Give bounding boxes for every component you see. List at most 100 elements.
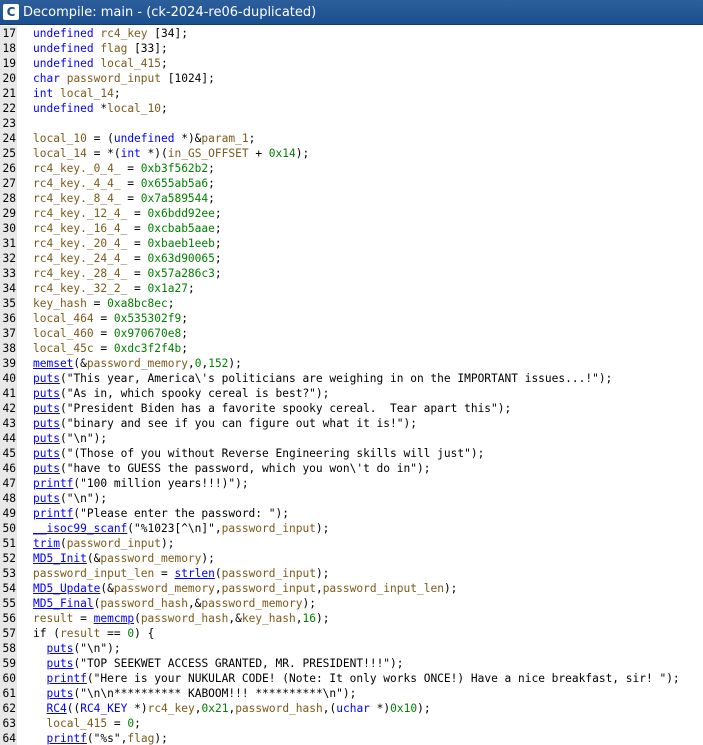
code-text[interactable]: rc4_key._32_2_ = 0x1a27; bbox=[33, 281, 195, 296]
code-text[interactable]: password_input_len = strlen(password_inp… bbox=[33, 566, 329, 581]
function-call-token[interactable]: puts bbox=[33, 387, 60, 400]
code-text[interactable]: result = memcmp(password_hash,&key_hash,… bbox=[33, 611, 329, 626]
code-line[interactable]: 27 rc4_key._4_4_ = 0x655ab5a6; bbox=[0, 176, 703, 191]
code-text[interactable]: local_10 = (undefined *)&param_1; bbox=[33, 131, 255, 146]
code-text[interactable]: printf("Please enter the password: "); bbox=[33, 506, 289, 521]
code-line[interactable]: 56 result = memcmp(password_hash,&key_has… bbox=[0, 611, 703, 626]
code-line[interactable]: 45 puts("(Those of you without Reverse En… bbox=[0, 446, 703, 461]
code-line[interactable]: 22 undefined *local_10; bbox=[0, 101, 703, 116]
type-token[interactable]: undefined bbox=[114, 132, 175, 145]
type-token[interactable]: undefined bbox=[33, 42, 94, 55]
function-call-token[interactable]: puts bbox=[33, 492, 60, 505]
variable-token[interactable]: local_464 bbox=[33, 312, 94, 325]
variable-token[interactable]: password_input bbox=[222, 522, 316, 535]
code-text[interactable]: local_464 = 0x535302f9; bbox=[33, 311, 188, 326]
variable-token[interactable]: param_1 bbox=[201, 132, 248, 145]
code-line[interactable]: 19 undefined local_415; bbox=[0, 56, 703, 71]
variable-token[interactable]: local_415 bbox=[100, 57, 161, 70]
code-text[interactable]: puts("binary and see if you can figure o… bbox=[33, 416, 417, 431]
function-call-token[interactable]: trim bbox=[33, 537, 60, 550]
code-line[interactable]: 53 password_input_len = strlen(password_i… bbox=[0, 566, 703, 581]
code-line[interactable]: 33 rc4_key._28_4_ = 0x57a286c3; bbox=[0, 266, 703, 281]
code-text[interactable]: printf("Here is your NUKULAR CODE! (Note… bbox=[47, 671, 680, 686]
variable-token[interactable]: local_460 bbox=[33, 327, 94, 340]
code-text[interactable]: if (result == 0) { bbox=[33, 626, 154, 641]
code-text[interactable]: rc4_key._24_4_ = 0x63d90065; bbox=[33, 251, 222, 266]
function-call-token[interactable]: RC4 bbox=[47, 702, 67, 715]
code-text[interactable]: puts("TOP SEEKWET ACCESS GRANTED, MR. PR… bbox=[47, 656, 404, 671]
function-call-token[interactable]: printf bbox=[33, 507, 73, 520]
function-call-token[interactable]: puts bbox=[47, 687, 74, 700]
variable-token[interactable]: rc4_key._0_4_ bbox=[33, 162, 121, 175]
code-text[interactable]: puts("\n"); bbox=[33, 431, 107, 446]
code-text[interactable]: trim(password_input); bbox=[33, 536, 174, 551]
code-line[interactable]: 50 __isoc99_scanf("%1023[^\n]",password_i… bbox=[0, 521, 703, 536]
variable-token[interactable]: password_hash bbox=[141, 612, 229, 625]
code-text[interactable]: printf("100 million years!!!)"); bbox=[33, 476, 249, 491]
variable-token[interactable]: password_memory bbox=[114, 582, 215, 595]
code-text[interactable]: rc4_key._20_4_ = 0xbaeb1eeb; bbox=[33, 236, 222, 251]
variable-token[interactable]: password_input_len bbox=[33, 567, 154, 580]
function-call-token[interactable]: MD5_Init bbox=[33, 552, 87, 565]
code-text[interactable]: puts("President Biden has a favorite spo… bbox=[33, 401, 511, 416]
code-line[interactable]: 40 puts("This year, America\'s politician… bbox=[0, 371, 703, 386]
code-line[interactable]: 24 local_10 = (undefined *)&param_1; bbox=[0, 131, 703, 146]
code-line[interactable]: 54 MD5_Update(&password_memory,password_i… bbox=[0, 581, 703, 596]
variable-token[interactable]: local_415 bbox=[47, 717, 108, 730]
code-line[interactable]: 38 local_45c = 0xdc3f2f4b; bbox=[0, 341, 703, 356]
code-text[interactable]: local_415 = 0; bbox=[47, 716, 141, 731]
variable-token[interactable]: key_hash bbox=[242, 612, 296, 625]
code-line[interactable]: 44 puts("\n"); bbox=[0, 431, 703, 446]
function-call-token[interactable]: puts bbox=[33, 432, 60, 445]
code-text[interactable]: puts("\n"); bbox=[47, 641, 121, 656]
variable-token[interactable]: rc4_key._32_2_ bbox=[33, 282, 127, 295]
code-line[interactable]: 18 undefined flag [33]; bbox=[0, 41, 703, 56]
code-text[interactable]: __isoc99_scanf("%1023[^\n]",password_inp… bbox=[33, 521, 329, 536]
type-token[interactable]: uchar bbox=[336, 702, 370, 715]
variable-token[interactable]: local_14 bbox=[60, 87, 114, 100]
variable-token[interactable]: flag bbox=[100, 42, 127, 55]
function-call-token[interactable]: puts bbox=[33, 402, 60, 415]
type-token[interactable]: RC4_KEY bbox=[80, 702, 127, 715]
variable-token[interactable]: rc4_key._16_4_ bbox=[33, 222, 127, 235]
variable-token[interactable]: rc4_key._28_4_ bbox=[33, 267, 127, 280]
function-call-token[interactable]: puts bbox=[33, 372, 60, 385]
code-text[interactable]: key_hash = 0xa8bc8ec; bbox=[33, 296, 174, 311]
code-line[interactable]: 43 puts("binary and see if you can figure… bbox=[0, 416, 703, 431]
code-text[interactable]: rc4_key._16_4_ = 0xcbab5aae; bbox=[33, 221, 222, 236]
function-call-token[interactable]: puts bbox=[33, 462, 60, 475]
code-text[interactable]: rc4_key._4_4_ = 0x655ab5a6; bbox=[33, 176, 215, 191]
code-line[interactable]: 34 rc4_key._32_2_ = 0x1a27; bbox=[0, 281, 703, 296]
code-line[interactable]: 63 local_415 = 0; bbox=[0, 716, 703, 731]
code-line[interactable]: 17 undefined rc4_key [34]; bbox=[0, 26, 703, 41]
code-text[interactable]: printf("%s",flag); bbox=[47, 731, 168, 745]
code-text[interactable]: local_14 = *(int *)(in_GS_OFFSET + 0x14)… bbox=[33, 146, 309, 161]
code-line[interactable]: 42 puts("President Biden has a favorite s… bbox=[0, 401, 703, 416]
code-line[interactable]: 29 rc4_key._12_4_ = 0x6bdd92ee; bbox=[0, 206, 703, 221]
window-titlebar[interactable]: C Decompile: main - (ck-2024-re06-duplic… bbox=[0, 0, 703, 25]
variable-token[interactable]: local_10 bbox=[107, 102, 161, 115]
function-call-token[interactable]: puts bbox=[33, 417, 60, 430]
code-line[interactable]: 55 MD5_Final(password_hash,&password_memo… bbox=[0, 596, 703, 611]
code-text[interactable]: puts("This year, America\'s politicians … bbox=[33, 371, 612, 386]
code-line[interactable]: 64 printf("%s",flag); bbox=[0, 731, 703, 745]
function-call-token[interactable]: memset bbox=[33, 357, 73, 370]
variable-token[interactable]: key_hash bbox=[33, 297, 87, 310]
function-call-token[interactable]: MD5_Final bbox=[33, 597, 94, 610]
code-line[interactable]: 48 puts("\n"); bbox=[0, 491, 703, 506]
type-token[interactable]: undefined bbox=[33, 27, 94, 40]
code-text[interactable]: MD5_Init(&password_memory); bbox=[33, 551, 215, 566]
function-call-token[interactable]: printf bbox=[47, 732, 87, 745]
code-text[interactable]: puts("\n\n********** KABOOM!!! *********… bbox=[47, 686, 357, 701]
function-call-token[interactable]: memcmp bbox=[94, 612, 134, 625]
type-token[interactable]: undefined bbox=[33, 57, 94, 70]
code-line[interactable]: 37 local_460 = 0x970670e8; bbox=[0, 326, 703, 341]
variable-token[interactable]: rc4_key bbox=[100, 27, 147, 40]
code-line[interactable]: 25 local_14 = *(int *)(in_GS_OFFSET + 0x1… bbox=[0, 146, 703, 161]
type-token[interactable]: undefined bbox=[33, 102, 94, 115]
code-text[interactable]: puts("(Those of you without Reverse Engi… bbox=[33, 446, 484, 461]
function-call-token[interactable]: puts bbox=[47, 657, 74, 670]
variable-token[interactable]: password_input bbox=[67, 72, 161, 85]
variable-token[interactable]: rc4_key._20_4_ bbox=[33, 237, 127, 250]
variable-token[interactable]: password_input bbox=[222, 567, 316, 580]
